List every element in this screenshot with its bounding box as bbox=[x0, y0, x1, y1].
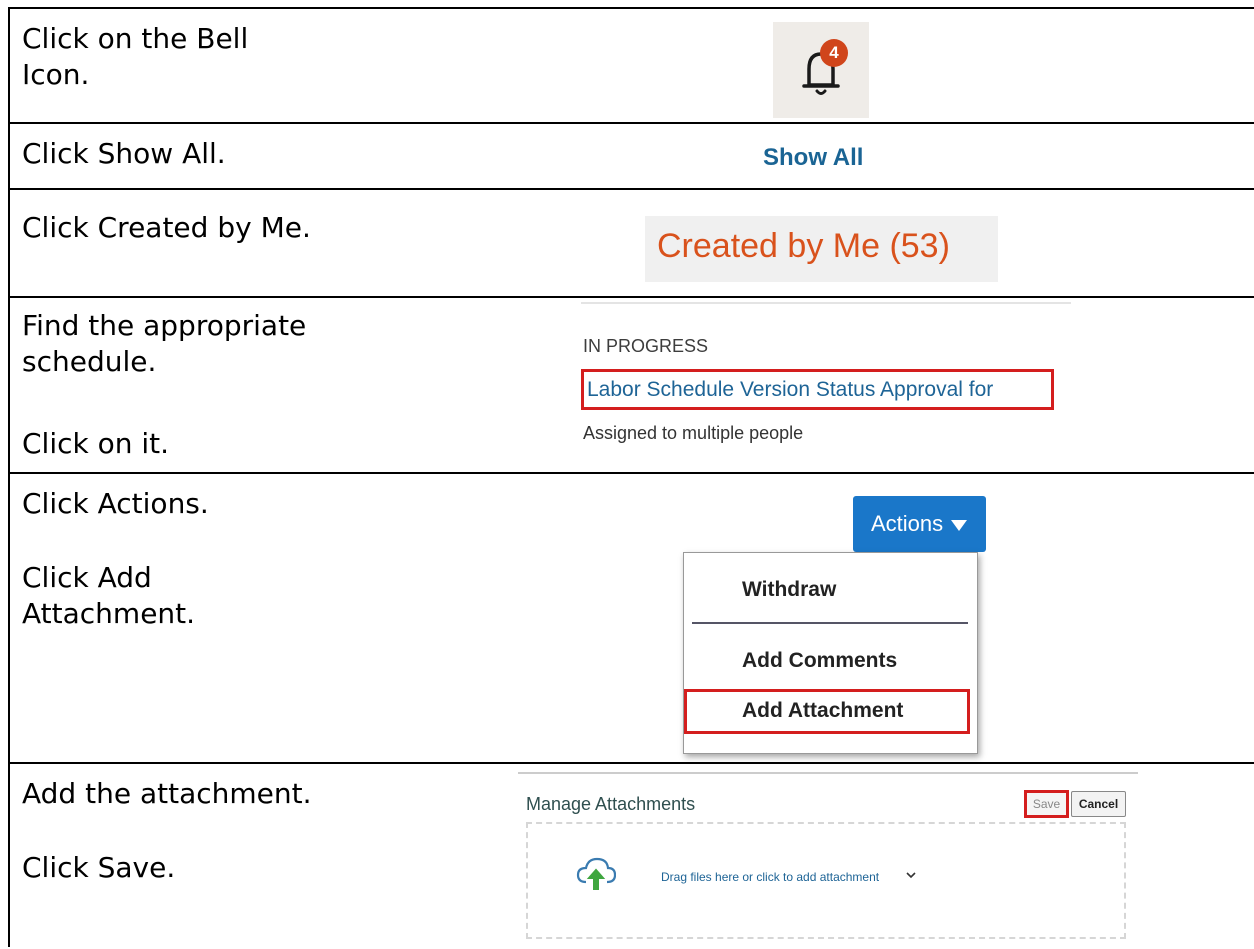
instruction-table: Click on the Bell Icon. 4 Click Show All… bbox=[8, 7, 1254, 947]
step-row-actions: Click Actions. Click Add Attachment. Act… bbox=[10, 474, 1254, 764]
step-instruction: Click on it. bbox=[22, 427, 170, 460]
caret-down-icon bbox=[951, 519, 968, 531]
step-instruction: Click Created by Me. bbox=[22, 211, 311, 244]
created-by-me-tab[interactable]: Created by Me (53) bbox=[645, 216, 998, 282]
actions-button[interactable]: Actions bbox=[853, 496, 986, 552]
step-row-show-all: Click Show All. Show All bbox=[10, 124, 1254, 190]
step-instruction: Find the appropriate schedule. bbox=[22, 309, 307, 378]
chevron-down-icon[interactable] bbox=[904, 868, 918, 882]
divider bbox=[518, 772, 1138, 774]
status-label: IN PROGRESS bbox=[583, 336, 709, 356]
file-dropzone[interactable]: Drag files here or click to add attachme… bbox=[526, 822, 1126, 939]
cloud-upload-icon bbox=[576, 857, 616, 890]
step-instruction: Click Show All. bbox=[22, 137, 226, 170]
step-row-attachment: Add the attachment. Click Save. Manage A… bbox=[10, 764, 1254, 949]
actions-label: Actions bbox=[871, 511, 944, 536]
dialog-title: Manage Attachments bbox=[526, 794, 696, 814]
menu-item-add-attachment[interactable]: Add Attachment bbox=[742, 699, 903, 723]
cancel-button[interactable]: Cancel bbox=[1071, 791, 1126, 817]
actions-menu: Withdraw Add Comments Add Attachment bbox=[683, 552, 978, 754]
step-row-schedule: Find the appropriate schedule. Click on … bbox=[10, 298, 1254, 474]
assignee-text: Assigned to multiple people bbox=[583, 423, 804, 443]
notification-badge: 4 bbox=[820, 39, 848, 67]
created-by-me-label: Created by Me (53) bbox=[657, 227, 950, 265]
step-instruction: Click Save. bbox=[22, 851, 176, 884]
schedule-link[interactable]: Labor Schedule Version Status Approval f… bbox=[587, 378, 993, 402]
step-row-bell: Click on the Bell Icon. 4 bbox=[10, 9, 1254, 124]
dropzone-text[interactable]: Drag files here or click to add attachme… bbox=[661, 870, 879, 884]
step-instruction: Click Add Attachment. bbox=[22, 561, 196, 630]
save-button[interactable]: Save bbox=[1024, 790, 1069, 818]
step-instruction: Click on the Bell Icon. bbox=[22, 22, 249, 91]
step-instruction: Click Actions. bbox=[22, 487, 209, 520]
menu-item-withdraw[interactable]: Withdraw bbox=[742, 578, 836, 602]
highlight-box: Labor Schedule Version Status Approval f… bbox=[581, 369, 1054, 410]
bell-icon bbox=[802, 52, 840, 95]
show-all-link[interactable]: Show All bbox=[763, 144, 863, 172]
menu-item-add-comments[interactable]: Add Comments bbox=[742, 649, 897, 673]
step-instruction: Add the attachment. bbox=[22, 777, 312, 810]
bell-button[interactable]: 4 bbox=[773, 22, 869, 118]
menu-divider bbox=[692, 622, 968, 624]
step-row-created-by-me: Click Created by Me. Created by Me (53) bbox=[10, 190, 1254, 298]
divider bbox=[581, 302, 1071, 304]
